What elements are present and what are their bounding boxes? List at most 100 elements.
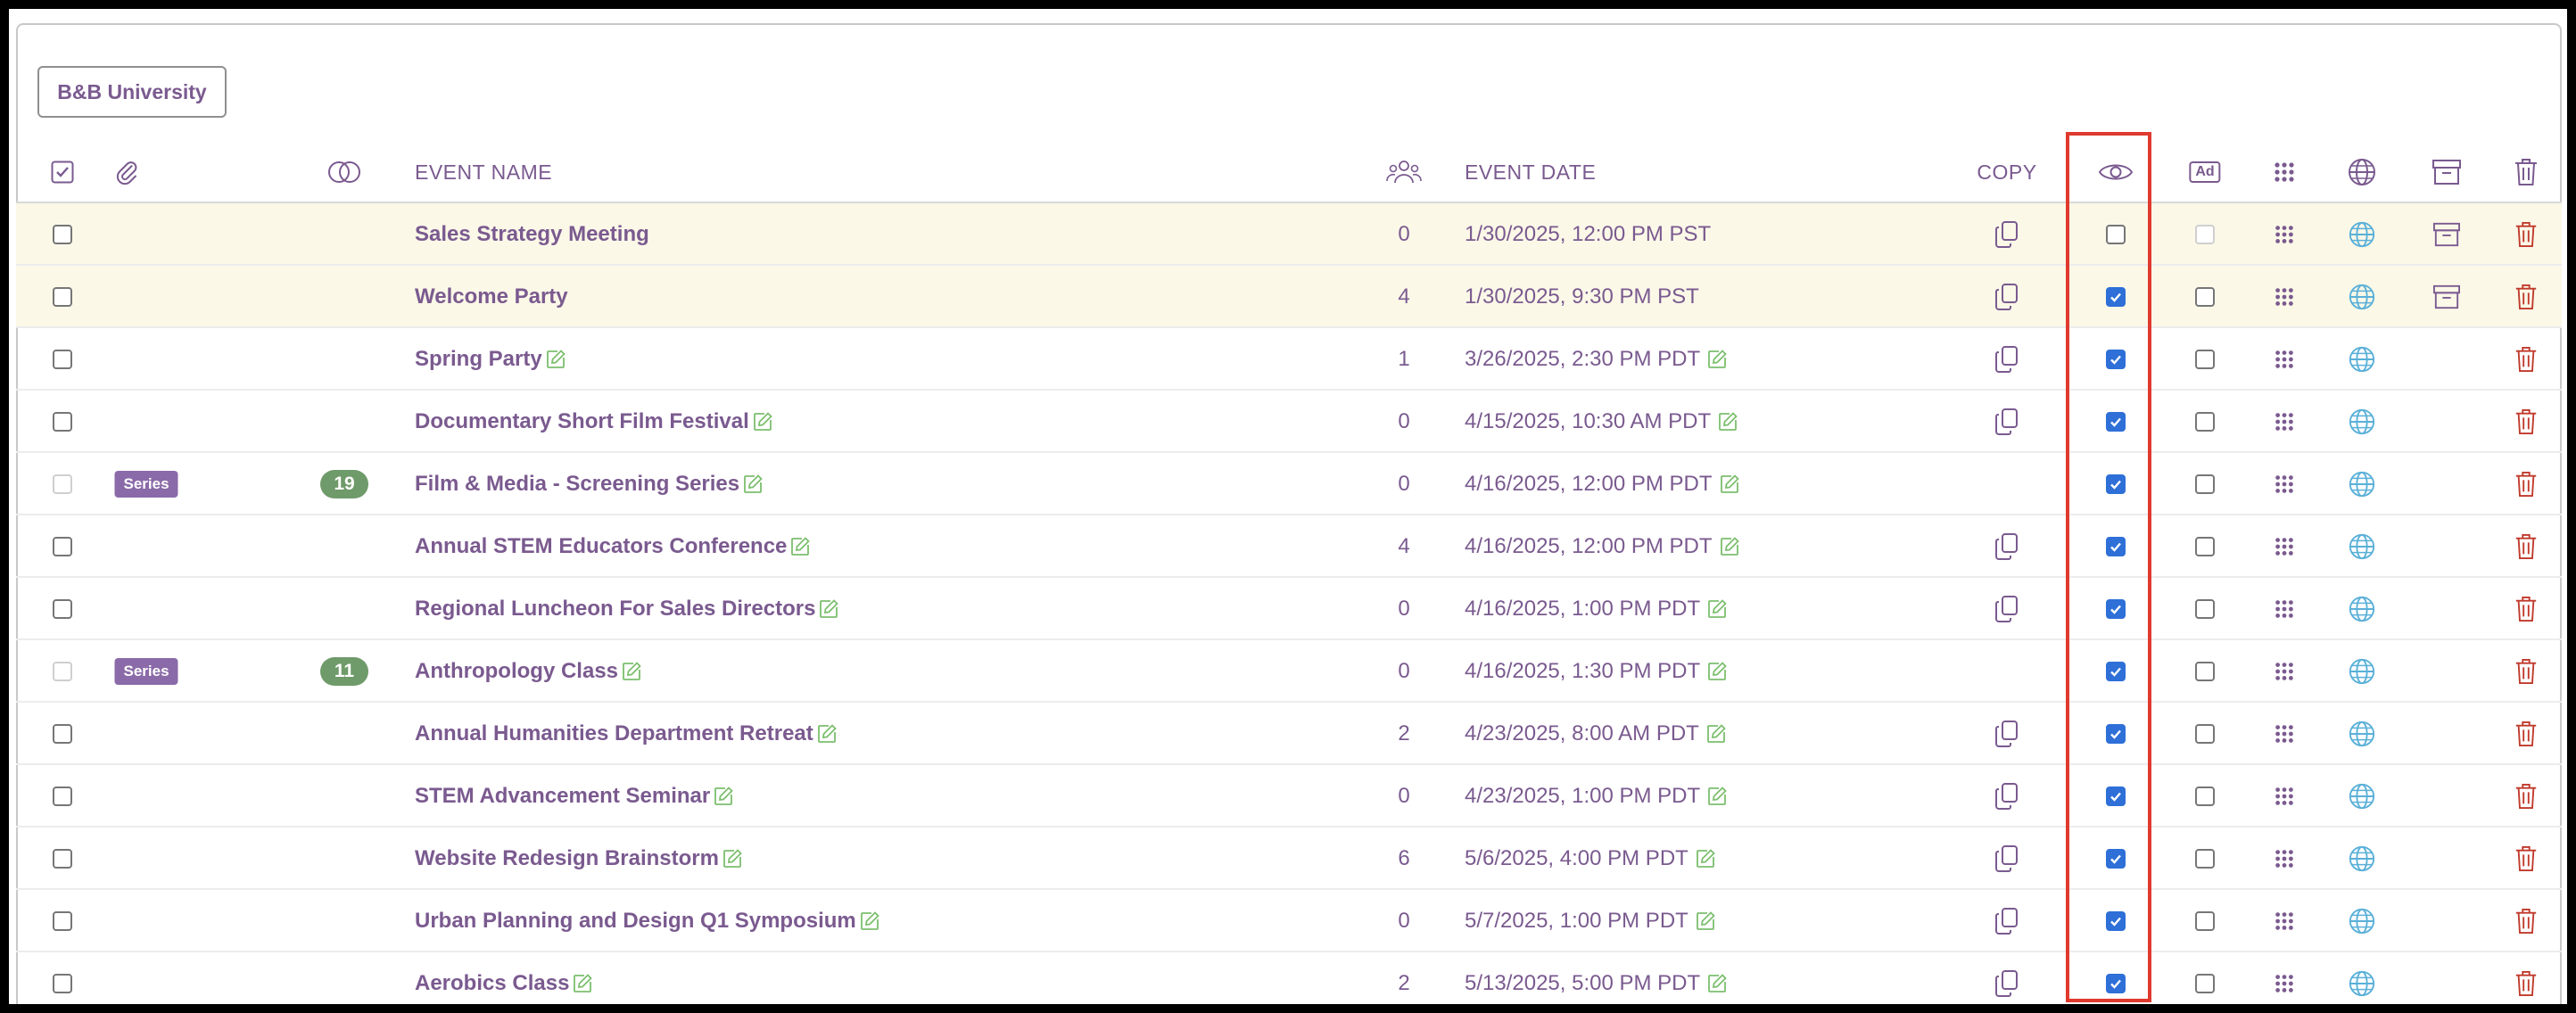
archive-box-icon[interactable] [2432, 284, 2461, 310]
delete-column-header[interactable] [2513, 141, 2539, 203]
dot-grid-icon[interactable] [2274, 848, 2295, 869]
copy-icon[interactable] [1994, 532, 2020, 561]
globe-icon[interactable] [2348, 345, 2376, 374]
ad-checkbox[interactable] [2195, 724, 2215, 744]
edit-icon[interactable] [1704, 661, 1728, 682]
globe-icon[interactable] [2348, 408, 2376, 436]
edit-icon[interactable] [710, 786, 734, 807]
event-name-link[interactable]: Spring Party [415, 347, 542, 372]
visibility-column-header[interactable] [2098, 141, 2134, 203]
visibility-checkbox[interactable] [2106, 412, 2126, 432]
edit-icon[interactable] [1716, 536, 1740, 557]
event-name-column-header[interactable]: EVENT NAME [415, 141, 552, 203]
dot-grid-icon[interactable] [2274, 786, 2295, 807]
edit-icon[interactable] [618, 661, 642, 682]
ad-checkbox[interactable] [2195, 911, 2215, 931]
copy-icon[interactable] [1994, 345, 2020, 374]
grid-column-header[interactable] [2273, 141, 2296, 203]
event-name-link[interactable]: Website Redesign Brainstorm [415, 846, 719, 871]
copy-icon[interactable] [1994, 595, 2020, 623]
visibility-checkbox[interactable] [2106, 974, 2126, 993]
dot-grid-icon[interactable] [2274, 411, 2295, 432]
edit-icon[interactable] [815, 598, 839, 620]
dot-grid-icon[interactable] [2274, 723, 2295, 745]
row-select-checkbox[interactable] [53, 537, 72, 556]
globe-icon[interactable] [2348, 969, 2376, 998]
edit-icon[interactable] [749, 411, 773, 432]
dot-grid-icon[interactable] [2274, 973, 2295, 994]
globe-icon[interactable] [2348, 532, 2376, 561]
copy-icon[interactable] [1994, 720, 2020, 748]
edit-icon[interactable] [787, 536, 811, 557]
dot-grid-icon[interactable] [2274, 224, 2295, 245]
edit-icon[interactable] [542, 349, 566, 370]
visibility-checkbox[interactable] [2106, 849, 2126, 869]
trash-icon[interactable] [2514, 470, 2539, 498]
event-name-link[interactable]: Documentary Short Film Festival [415, 409, 749, 434]
globe-icon[interactable] [2348, 844, 2376, 873]
dot-grid-icon[interactable] [2274, 536, 2295, 557]
series-column-header[interactable] [325, 141, 364, 203]
ad-checkbox[interactable] [2195, 787, 2215, 806]
dot-grid-icon[interactable] [2274, 661, 2295, 682]
globe-icon[interactable] [2348, 595, 2376, 623]
edit-icon[interactable] [1704, 349, 1728, 370]
row-select-checkbox[interactable] [53, 225, 72, 244]
ad-checkbox[interactable] [2195, 350, 2215, 369]
trash-icon[interactable] [2514, 220, 2539, 249]
edit-icon[interactable] [719, 848, 743, 869]
edit-icon[interactable] [1704, 598, 1728, 620]
trash-icon[interactable] [2514, 969, 2539, 998]
trash-icon[interactable] [2514, 283, 2539, 311]
event-name-link[interactable]: Urban Planning and Design Q1 Symposium [415, 909, 856, 934]
event-name-link[interactable]: Annual STEM Educators Conference [415, 534, 787, 559]
web-column-header[interactable] [2347, 141, 2377, 203]
dot-grid-icon[interactable] [2274, 910, 2295, 932]
dot-grid-icon[interactable] [2274, 474, 2295, 495]
copy-icon[interactable] [1994, 844, 2020, 873]
trash-icon[interactable] [2514, 720, 2539, 748]
globe-icon[interactable] [2348, 782, 2376, 811]
edit-icon[interactable] [1704, 786, 1728, 807]
trash-icon[interactable] [2514, 595, 2539, 623]
ad-checkbox[interactable] [2195, 974, 2215, 993]
edit-icon[interactable] [1703, 723, 1727, 745]
visibility-checkbox[interactable] [2106, 474, 2126, 494]
trash-icon[interactable] [2514, 657, 2539, 686]
row-select-checkbox[interactable] [53, 974, 72, 993]
event-name-link[interactable]: Film & Media - Screening Series [415, 472, 739, 497]
event-name-link[interactable]: Welcome Party [415, 284, 568, 309]
select-all-checkbox[interactable] [51, 141, 74, 203]
row-select-checkbox[interactable] [53, 599, 72, 619]
trash-icon[interactable] [2514, 532, 2539, 561]
row-select-checkbox[interactable] [53, 724, 72, 744]
event-name-link[interactable]: Anthropology Class [415, 659, 618, 684]
ad-checkbox[interactable] [2195, 849, 2215, 869]
visibility-checkbox[interactable] [2106, 724, 2126, 744]
attachment-column-header[interactable] [113, 141, 140, 203]
edit-icon[interactable] [569, 973, 593, 994]
attendees-column-header[interactable] [1386, 141, 1422, 203]
trash-icon[interactable] [2514, 844, 2539, 873]
copy-icon[interactable] [1994, 283, 2020, 311]
trash-icon[interactable] [2514, 345, 2539, 374]
visibility-checkbox[interactable] [2106, 599, 2126, 619]
edit-icon[interactable] [739, 474, 764, 495]
visibility-checkbox[interactable] [2106, 537, 2126, 556]
dot-grid-icon[interactable] [2274, 598, 2295, 620]
ad-checkbox[interactable] [2195, 287, 2215, 307]
visibility-checkbox[interactable] [2106, 911, 2126, 931]
globe-icon[interactable] [2348, 657, 2376, 686]
ad-checkbox[interactable] [2195, 474, 2215, 494]
copy-icon[interactable] [1994, 969, 2020, 998]
copy-icon[interactable] [1994, 220, 2020, 249]
row-select-checkbox[interactable] [53, 911, 72, 931]
globe-icon[interactable] [2348, 220, 2376, 249]
visibility-checkbox[interactable] [2106, 662, 2126, 681]
copy-icon[interactable] [1994, 782, 2020, 811]
ad-checkbox[interactable] [2195, 537, 2215, 556]
event-name-link[interactable]: Regional Luncheon For Sales Directors [415, 597, 815, 622]
ad-checkbox[interactable] [2195, 599, 2215, 619]
event-name-link[interactable]: Annual Humanities Department Retreat [415, 721, 813, 746]
edit-icon[interactable] [1714, 411, 1738, 432]
